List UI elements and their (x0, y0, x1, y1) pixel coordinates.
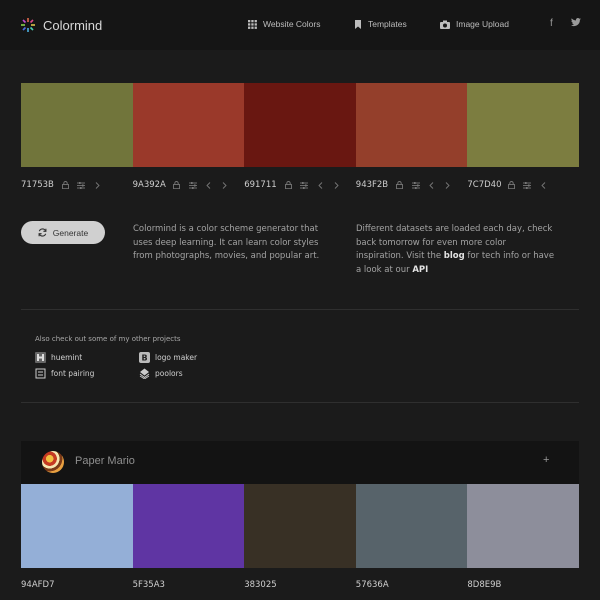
facebook-icon[interactable]: f (550, 18, 553, 29)
project-huemint[interactable]: huemint (35, 352, 82, 363)
bookmark-icon (355, 19, 361, 29)
palette-codes: 71753B 9A392A 691711 943F2B 7C7D40 (21, 178, 579, 192)
card-palette-codes: 94AFD7 5F35A3 383025 57636A 8D8E9B (21, 580, 579, 590)
svg-text:B: B (141, 354, 147, 363)
swatch-2[interactable] (132, 83, 245, 167)
logo-maker-icon: B (139, 352, 150, 363)
card-swatch-1[interactable] (21, 484, 133, 568)
arrow-left-icon[interactable] (537, 179, 549, 191)
projects-title: Also check out some of my other projects (35, 335, 181, 343)
hex-code[interactable]: 943F2B (356, 180, 394, 190)
huemint-icon (35, 352, 46, 363)
project-label: font pairing (51, 369, 95, 378)
nav-website-colors[interactable]: Website Colors (248, 19, 320, 29)
camera-icon (440, 20, 450, 29)
project-label: huemint (51, 353, 83, 362)
card-swatch-4[interactable] (355, 484, 468, 568)
colormind-logo-icon (21, 18, 35, 32)
font-pairing-icon (35, 368, 46, 379)
brand-logo[interactable]: Colormind (20, 17, 102, 33)
adjust-icon[interactable] (298, 179, 310, 191)
project-logo-maker[interactable]: B logo maker (139, 352, 197, 363)
card-palette (21, 484, 579, 568)
card-swatch-3[interactable] (244, 484, 356, 568)
top-nav: Colormind Website Colors Templates Image… (0, 0, 600, 50)
grid-icon (248, 19, 257, 29)
swatch-3[interactable] (244, 83, 356, 167)
add-icon[interactable]: + (543, 454, 549, 466)
refresh-icon (38, 228, 47, 237)
project-poolors[interactable]: poolors (139, 368, 183, 379)
project-font-pairing[interactable]: font pairing (35, 368, 94, 379)
generate-button[interactable]: Generate (21, 221, 105, 244)
arrow-left-icon[interactable] (314, 179, 326, 191)
intro-text: Colormind is a color scheme generator th… (133, 224, 320, 261)
divider (21, 309, 579, 310)
divider (21, 402, 579, 403)
card-hex-code[interactable]: 94AFD7 (21, 580, 133, 590)
card-hex-code[interactable]: 57636A (356, 580, 468, 590)
nav-image-upload[interactable]: Image Upload (440, 19, 509, 29)
adjust-icon[interactable] (75, 179, 87, 191)
arrow-left-icon[interactable] (426, 179, 438, 191)
arrow-right-icon[interactable] (91, 179, 103, 191)
card-swatch-5[interactable] (467, 484, 579, 568)
brand-name: Colormind (43, 17, 103, 33)
project-label: logo maker (155, 353, 198, 362)
swatch-4[interactable] (355, 83, 468, 167)
adjust-icon[interactable] (521, 179, 533, 191)
arrow-left-icon[interactable] (203, 179, 215, 191)
nav-link-label: Image Upload (456, 19, 509, 29)
blog-link[interactable]: blog (444, 251, 465, 261)
lock-icon[interactable] (505, 179, 517, 191)
project-label: poolors (155, 369, 183, 378)
lock-icon[interactable] (59, 179, 71, 191)
twitter-icon[interactable] (571, 18, 581, 30)
lock-icon[interactable] (171, 179, 183, 191)
lock-icon[interactable] (282, 179, 294, 191)
hex-code[interactable]: 7C7D40 (467, 180, 505, 190)
code-cell-2: 9A392A (133, 178, 245, 192)
hex-code[interactable]: 691711 (244, 180, 282, 190)
code-cell-1: 71753B (21, 178, 133, 192)
color-palette (21, 83, 579, 167)
card-hex-code[interactable]: 383025 (244, 580, 356, 590)
api-link[interactable]: API (412, 265, 428, 275)
adjust-icon[interactable] (187, 179, 199, 191)
arrow-right-icon[interactable] (442, 179, 454, 191)
hex-code[interactable]: 71753B (21, 180, 59, 190)
card-swatch-2[interactable] (132, 484, 245, 568)
code-cell-3: 691711 (244, 178, 356, 192)
datasets-text: Different datasets are loaded each day, … (356, 223, 556, 277)
nav-link-label: Website Colors (263, 19, 321, 29)
nav-templates[interactable]: Templates (354, 19, 407, 29)
nav-link-label: Templates (368, 19, 407, 29)
swatch-5[interactable] (467, 83, 579, 167)
lock-icon[interactable] (394, 179, 406, 191)
poolors-icon (139, 368, 150, 379)
swatch-1[interactable] (21, 83, 133, 167)
code-cell-4: 943F2B (356, 178, 468, 192)
generate-label: Generate (52, 227, 89, 238)
arrow-right-icon[interactable] (219, 179, 231, 191)
code-cell-5: 7C7D40 (467, 178, 579, 192)
card-hex-code[interactable]: 8D8E9B (467, 580, 579, 590)
adjust-icon[interactable] (410, 179, 422, 191)
avatar (42, 451, 64, 473)
arrow-right-icon[interactable] (330, 179, 342, 191)
card-hex-code[interactable]: 5F35A3 (133, 580, 245, 590)
palette-card-title: Paper Mario (75, 455, 135, 467)
hex-code[interactable]: 9A392A (133, 180, 171, 190)
